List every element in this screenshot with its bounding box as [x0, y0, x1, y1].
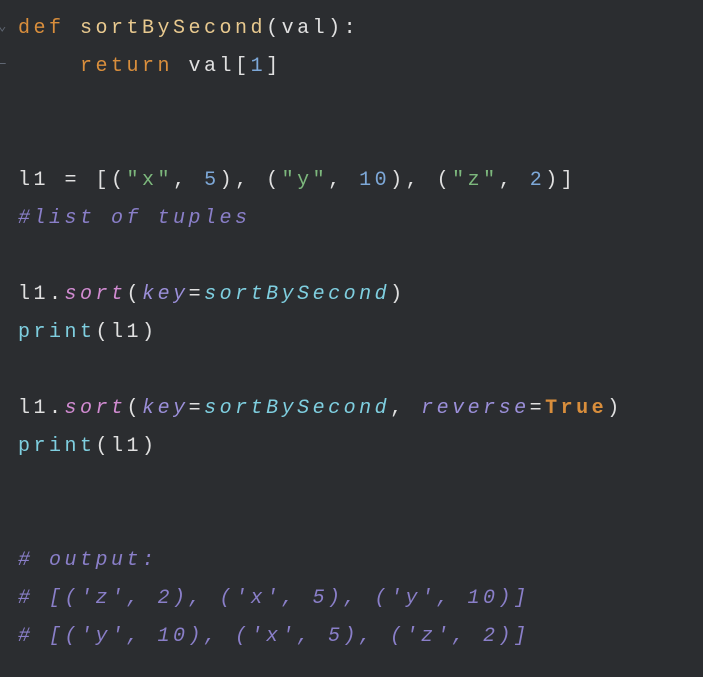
builtin-function: print [18, 435, 96, 458]
number: 10 [359, 169, 390, 192]
identifier: l1 [111, 321, 142, 344]
string: "z" [452, 169, 499, 192]
code-line: #list of tuples [18, 200, 685, 238]
blank-line [18, 352, 685, 390]
identifier: l1 [111, 435, 142, 458]
identifier: val [189, 55, 236, 78]
keyword-argument: key [142, 283, 189, 306]
function-reference: sortBySecond [204, 283, 390, 306]
number: 2 [530, 169, 546, 192]
boolean-literal: True [545, 397, 607, 420]
bracket: [ [235, 55, 251, 78]
keyword-argument: key [142, 397, 189, 420]
code-line: print(l1) [18, 428, 685, 466]
code-line: # [('z', 2), ('x', 5), ('y', 10)] [18, 580, 685, 618]
comment: # [('z', 2), ('x', 5), ('y', 10)] [18, 587, 530, 610]
identifier: l1 [18, 169, 49, 192]
string: "x" [127, 169, 174, 192]
number: 5 [204, 169, 220, 192]
comment: #list of tuples [18, 207, 251, 230]
bracket: ] [266, 55, 282, 78]
code-line: # [('y', 10), ('x', 5), ('z', 2)] [18, 618, 685, 656]
function-reference: sortBySecond [204, 397, 390, 420]
keyword-def: def [18, 17, 65, 40]
comment: # [('y', 10), ('x', 5), ('z', 2)] [18, 625, 530, 648]
fold-end-icon: ⌐ [0, 52, 6, 79]
method-name: sort [65, 397, 127, 420]
code-line: l1.sort(key=sortBySecond) [18, 276, 685, 314]
code-line: l1.sort(key=sortBySecond, reverse=True) [18, 390, 685, 428]
paren: ): [328, 17, 359, 40]
paren: ( [266, 17, 282, 40]
code-line: l1 = [("x", 5), ("y", 10), ("z", 2)] [18, 162, 685, 200]
code-line: # output: [18, 542, 685, 580]
function-name: sortBySecond [80, 17, 266, 40]
comment: # output: [18, 549, 158, 572]
blank-line [18, 124, 685, 162]
method-name: sort [65, 283, 127, 306]
string: "y" [282, 169, 329, 192]
builtin-function: print [18, 321, 96, 344]
code-line: def sortBySecond(val): [18, 10, 685, 48]
keyword-return: return [80, 55, 173, 78]
fold-marker-icon[interactable]: ⌄ [0, 14, 6, 41]
code-line: return val[1] [18, 48, 685, 86]
parameter: val [282, 17, 329, 40]
blank-line [18, 504, 685, 542]
identifier: l1 [18, 283, 49, 306]
keyword-argument: reverse [421, 397, 530, 420]
number: 1 [251, 55, 267, 78]
blank-line [18, 466, 685, 504]
code-editor[interactable]: def sortBySecond(val): return val[1] l1 … [18, 10, 685, 656]
blank-line [18, 86, 685, 124]
blank-line [18, 238, 685, 276]
identifier: l1 [18, 397, 49, 420]
code-line: print(l1) [18, 314, 685, 352]
